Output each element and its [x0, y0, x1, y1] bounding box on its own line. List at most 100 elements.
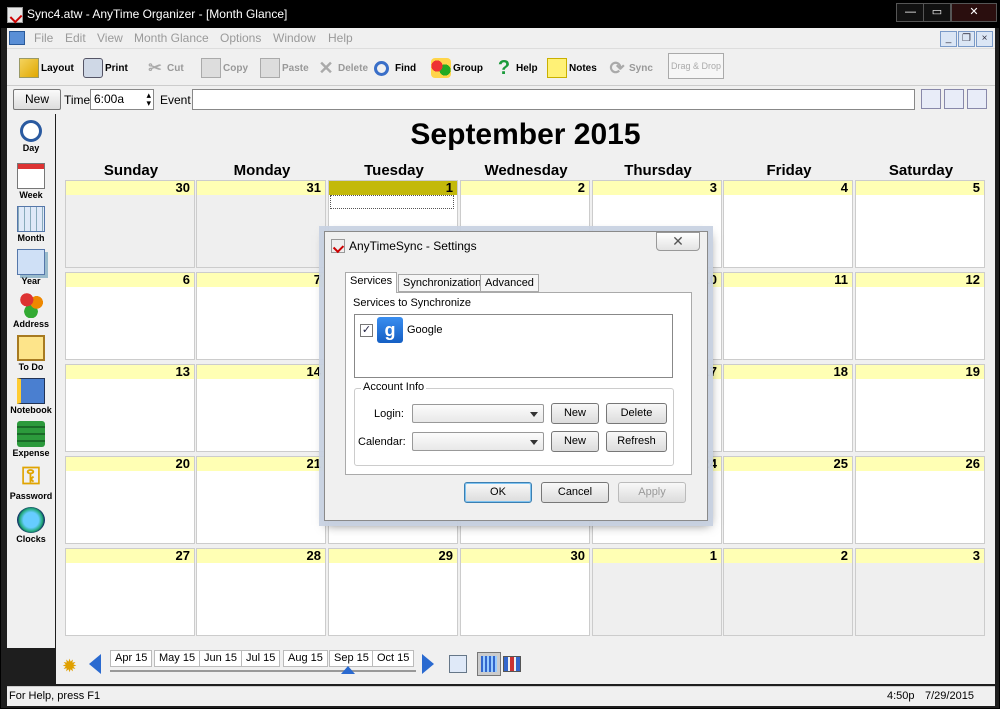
sidebar-year[interactable]: Year: [7, 249, 55, 286]
sidebar-month[interactable]: Month: [7, 206, 55, 243]
day-cell[interactable]: 1: [592, 548, 722, 636]
services-heading: Services to Synchronize: [353, 297, 471, 309]
month-tab[interactable]: Apr 15: [110, 650, 153, 667]
login-new-button[interactable]: New: [551, 403, 599, 424]
mdi-close-button[interactable]: ×: [976, 31, 993, 47]
ok-button[interactable]: OK: [464, 482, 532, 503]
find-button[interactable]: Find: [374, 55, 416, 81]
calendar-new-button[interactable]: New: [551, 431, 599, 452]
menu-options[interactable]: Options: [220, 31, 261, 45]
day-cell[interactable]: 28: [196, 548, 326, 636]
calendar-dropdown[interactable]: [412, 432, 544, 451]
sidebar-todo[interactable]: To Do: [7, 335, 55, 372]
cancel-button[interactable]: Cancel: [541, 482, 609, 503]
month-tab[interactable]: Oct 15: [372, 650, 415, 667]
month-tab[interactable]: May 15: [154, 650, 201, 667]
time-field[interactable]: 6:00a ▴ ▾: [90, 89, 154, 110]
sidebar-expense[interactable]: Expense: [7, 421, 55, 458]
help-button[interactable]: ? Help: [494, 55, 538, 81]
cut-button[interactable]: ✂ Cut: [145, 55, 183, 81]
day-cell[interactable]: 29: [328, 548, 458, 636]
menu-edit[interactable]: Edit: [65, 31, 86, 45]
group-button[interactable]: Group: [431, 55, 483, 81]
new-event-button[interactable]: New: [13, 89, 61, 110]
menu-window[interactable]: Window: [273, 31, 316, 45]
google-checkbox[interactable]: ✓: [360, 324, 373, 337]
day-cell[interactable]: 12: [855, 272, 985, 360]
month-tab[interactable]: Aug 15: [283, 650, 328, 667]
selected-time-slot[interactable]: [330, 195, 454, 209]
sidebar-day[interactable]: Day: [7, 120, 55, 153]
day-cell[interactable]: 3: [855, 548, 985, 636]
settings-sun-icon[interactable]: ✹: [62, 656, 77, 677]
week-calendar-icon: [17, 163, 45, 189]
notes-button[interactable]: Notes: [547, 55, 597, 81]
dialog-close-button[interactable]: ✕: [656, 232, 700, 251]
day-cell[interactable]: 11: [723, 272, 853, 360]
month-title: September 2015: [410, 118, 641, 151]
event-input[interactable]: [192, 89, 915, 110]
spin-arrows-icon[interactable]: ▴ ▾: [146, 91, 151, 108]
day-cell[interactable]: 30: [460, 548, 590, 636]
tab-services[interactable]: Services: [345, 272, 398, 293]
close-button[interactable]: ✕: [951, 3, 997, 22]
prev-arrow-icon[interactable]: [89, 654, 101, 674]
screen-view-icon[interactable]: [967, 89, 987, 109]
day-cell[interactable]: 31: [196, 180, 326, 268]
sidebar-clocks[interactable]: Clocks: [7, 507, 55, 544]
delete-button[interactable]: ✕ Delete: [316, 55, 368, 81]
sidebar-address[interactable]: Address: [7, 292, 55, 329]
apply-button[interactable]: Apply: [618, 482, 686, 503]
menu-month-glance[interactable]: Month Glance: [134, 31, 209, 45]
layout-button[interactable]: Layout: [19, 55, 74, 81]
day-cell[interactable]: 26: [855, 456, 985, 544]
tab-advanced[interactable]: Advanced: [480, 274, 539, 292]
edit-note-icon[interactable]: [944, 89, 964, 109]
day-cell[interactable]: 30: [65, 180, 195, 268]
day-cell[interactable]: 20: [65, 456, 195, 544]
login-delete-button[interactable]: Delete: [606, 403, 667, 424]
maximize-button[interactable]: ▭: [923, 3, 951, 22]
sync-button[interactable]: ⟳ Sync: [607, 55, 652, 81]
month-tab[interactable]: Jul 15: [241, 650, 281, 667]
day-cell[interactable]: 6: [65, 272, 195, 360]
day-number: 5: [856, 181, 984, 195]
login-dropdown[interactable]: [412, 404, 544, 423]
next-arrow-icon[interactable]: [422, 654, 434, 674]
copy-button[interactable]: Copy: [201, 55, 248, 81]
day-cell[interactable]: 14: [196, 364, 326, 452]
day-cell[interactable]: 5: [855, 180, 985, 268]
calendar-jump-icon[interactable]: [449, 655, 467, 673]
drag-drop-button[interactable]: Drag & Drop: [668, 53, 724, 79]
month-view-toggle-icon[interactable]: [477, 652, 501, 676]
sync-arrows-icon: ⟳: [609, 58, 625, 78]
add-event-icon[interactable]: [921, 89, 941, 109]
document-icon[interactable]: [9, 31, 25, 45]
tab-synchronization[interactable]: Synchronization: [398, 274, 487, 292]
day-cell[interactable]: 4: [723, 180, 853, 268]
day-cell[interactable]: 25: [723, 456, 853, 544]
day-cell[interactable]: 19: [855, 364, 985, 452]
day-cell[interactable]: 13: [65, 364, 195, 452]
minimize-button[interactable]: —: [896, 3, 925, 22]
sidebar-password[interactable]: ⚿ Password: [7, 464, 55, 502]
calendar-refresh-button[interactable]: Refresh: [606, 431, 667, 452]
mdi-minimize-button[interactable]: _: [940, 31, 957, 47]
mdi-restore-button[interactable]: ❐: [958, 31, 975, 47]
day-cell[interactable]: 18: [723, 364, 853, 452]
month-tab[interactable]: Sep 15: [329, 650, 374, 667]
sidebar-notebook[interactable]: Notebook: [7, 378, 55, 415]
menu-help[interactable]: Help: [328, 31, 353, 45]
day-cell[interactable]: 2: [723, 548, 853, 636]
current-month-marker-icon[interactable]: [341, 666, 355, 674]
day-cell[interactable]: 21: [196, 456, 326, 544]
day-cell[interactable]: 7: [196, 272, 326, 360]
print-button[interactable]: Print: [83, 55, 128, 81]
menu-view[interactable]: View: [97, 31, 123, 45]
sidebar-week[interactable]: Week: [7, 163, 55, 200]
menu-file[interactable]: File: [34, 31, 53, 45]
month-tab[interactable]: Jun 15: [199, 650, 243, 667]
paste-button[interactable]: Paste: [260, 55, 309, 81]
day-cell[interactable]: 27: [65, 548, 195, 636]
chart-view-icon[interactable]: [503, 656, 521, 672]
